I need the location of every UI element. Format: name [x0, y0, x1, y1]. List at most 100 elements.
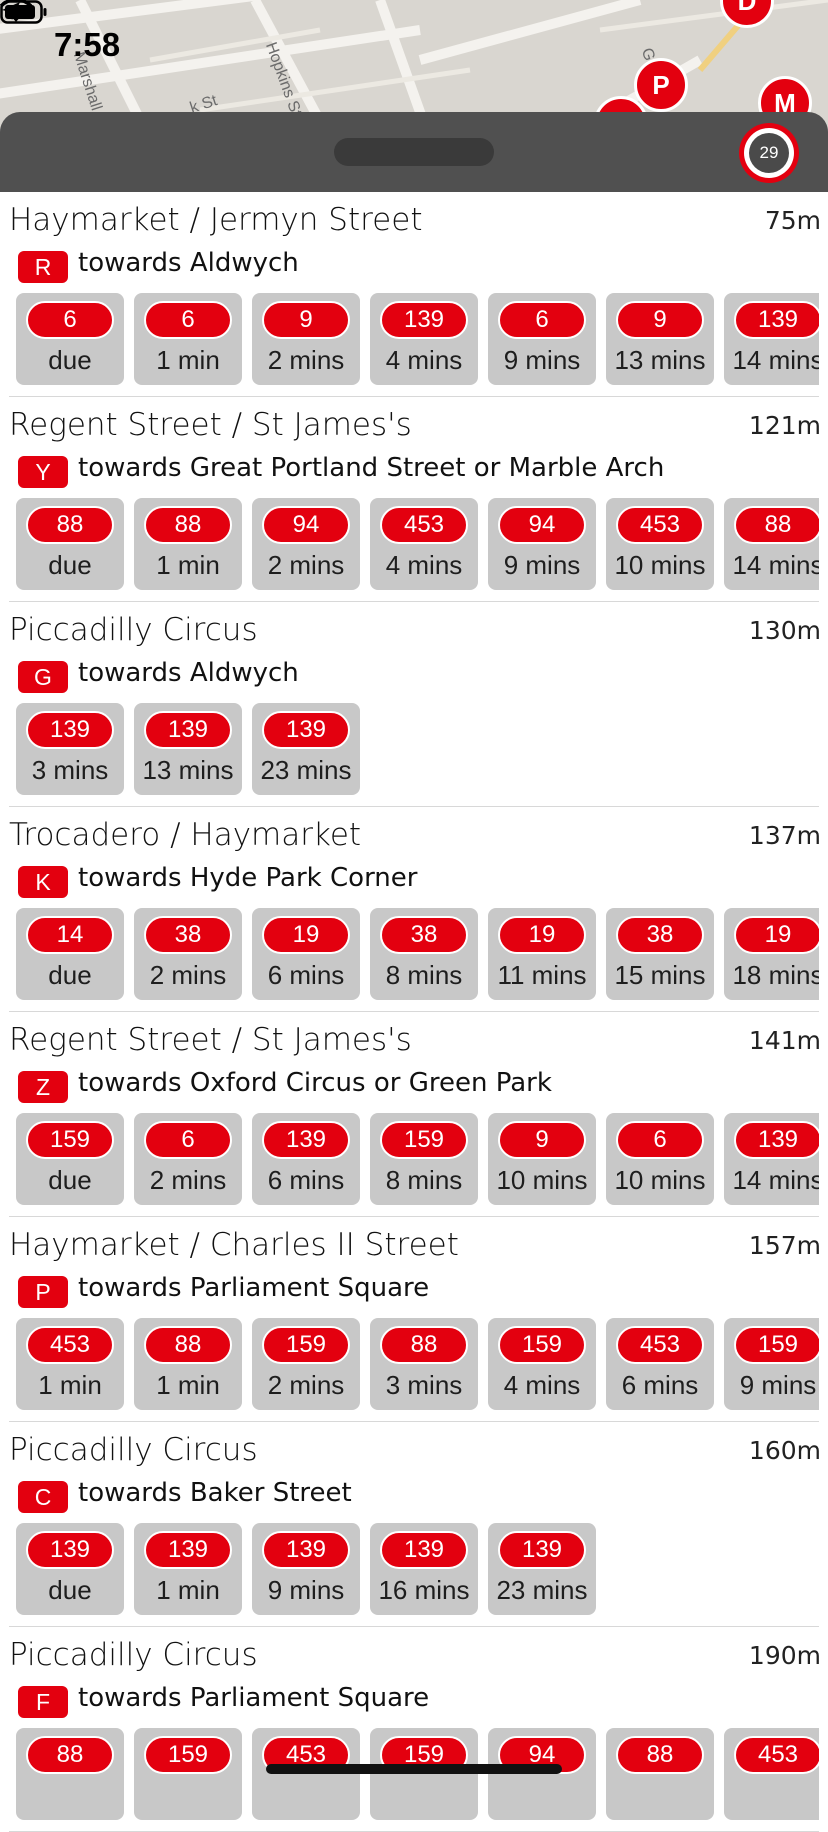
route-number-badge: 159	[734, 1326, 819, 1364]
map-pin-p[interactable]: P	[634, 58, 688, 112]
arrival-time: 1 min	[156, 1370, 220, 1400]
arrival-tile[interactable]: 453 10 mins	[606, 498, 714, 590]
arrival-tile[interactable]: 88 14 mins	[724, 498, 819, 590]
arrival-tile[interactable]: 159 9 mins	[724, 1318, 819, 1410]
stop-distance: 160m	[748, 1436, 821, 1465]
sheet-grabber[interactable]	[334, 138, 494, 166]
arrival-tile[interactable]: 6 10 mins	[606, 1113, 714, 1205]
arrival-tile[interactable]: 38 8 mins	[370, 908, 478, 1000]
arrivals-strip[interactable]: 139 3 mins 139 13 mins 139 23 mins	[16, 703, 819, 795]
arrival-tile[interactable]: 9 13 mins	[606, 293, 714, 385]
stop-row[interactable]: Piccadilly Circus 190m Ftowards Parliament…	[9, 1627, 821, 1832]
arrival-tile[interactable]: 38 15 mins	[606, 908, 714, 1000]
arrival-time: 8 mins	[385, 1165, 463, 1195]
stop-row[interactable]: Regent Street / St James's 141m Ztowards O…	[9, 1012, 821, 1217]
arrivals-strip[interactable]: 453 1 min 88 1 min 159 2 mins 88 3 mins 159 4 min…	[16, 1318, 819, 1410]
stop-row[interactable]: Piccadilly Circus 160m Ctowards Baker Stre…	[9, 1422, 821, 1627]
arrival-tile[interactable]: 94 9 mins	[488, 498, 596, 590]
arrival-tile[interactable]: 453 1 min	[16, 1318, 124, 1410]
arrival-tile[interactable]: 6 due	[16, 293, 124, 385]
arrival-tile[interactable]: 38 2 mins	[134, 908, 242, 1000]
route-number-badge: 88	[380, 1326, 468, 1364]
arrival-time: 2 mins	[267, 345, 345, 375]
arrival-tile[interactable]: 139 14 mins	[724, 293, 819, 385]
arrival-tile[interactable]: 139 1 min	[134, 1523, 242, 1615]
stop-letter-badge: P	[18, 1276, 68, 1308]
arrival-tile[interactable]: 88	[16, 1728, 124, 1820]
stop-list[interactable]: Haymarket / Jermyn Street 75m Rtowards Ald…	[0, 192, 828, 1832]
arrivals-strip[interactable]: 159 due 6 2 mins 139 6 mins 159 8 mins 9 10 mins 6…	[16, 1113, 819, 1205]
arrival-tile[interactable]: 453 6 mins	[606, 1318, 714, 1410]
arrival-tile[interactable]: 94 2 mins	[252, 498, 360, 590]
arrivals-strip[interactable]: 88 due 88 1 min 94 2 mins 453 4 mins 94 9 mins 453…	[16, 498, 819, 590]
arrival-tile[interactable]: 139 16 mins	[370, 1523, 478, 1615]
arrival-tile[interactable]: 139 23 mins	[252, 703, 360, 795]
route-number-badge: 88	[26, 1736, 114, 1774]
stop-row[interactable]: Trocadero / Haymarket 137m Ktowards Hyde P…	[9, 807, 821, 1012]
arrival-tile[interactable]: 6 2 mins	[134, 1113, 242, 1205]
stop-name: Trocadero / Haymarket	[9, 817, 362, 853]
arrival-tile[interactable]: 453	[252, 1728, 360, 1820]
arrival-tile[interactable]: 19 18 mins	[724, 908, 819, 1000]
arrival-tile[interactable]: 139 14 mins	[724, 1113, 819, 1205]
arrival-tile[interactable]: 159	[370, 1728, 478, 1820]
arrival-tile[interactable]: 139 13 mins	[134, 703, 242, 795]
arrival-tile[interactable]: 139 3 mins	[16, 703, 124, 795]
arrival-tile[interactable]: 159 2 mins	[252, 1318, 360, 1410]
arrival-tile[interactable]: 88 due	[16, 498, 124, 590]
stop-distance: 190m	[748, 1641, 821, 1670]
arrival-tile[interactable]: 139 4 mins	[370, 293, 478, 385]
arrival-time: due	[48, 960, 92, 990]
arrivals-strip[interactable]: 139 due 139 1 min 139 9 mins 139 16 mins 139 23 m…	[16, 1523, 819, 1615]
arrival-tile[interactable]: 88	[606, 1728, 714, 1820]
arrival-tile[interactable]: 159 4 mins	[488, 1318, 596, 1410]
arrival-tile[interactable]: 139 6 mins	[252, 1113, 360, 1205]
arrivals-strip[interactable]: 88 159 453 159 94 88 453	[16, 1728, 819, 1820]
arrival-time: 23 mins	[260, 755, 352, 785]
arrival-tile[interactable]: 88 3 mins	[370, 1318, 478, 1410]
route-number-badge: 453	[734, 1736, 819, 1774]
arrival-tile[interactable]: 139 23 mins	[488, 1523, 596, 1615]
stop-row[interactable]: Regent Street / St James's 121m Ytowards G…	[9, 397, 821, 602]
route-number-badge: 19	[498, 916, 586, 954]
route-number-badge: 88	[144, 506, 232, 544]
arrival-tile[interactable]: 6 9 mins	[488, 293, 596, 385]
stop-row[interactable]: Haymarket / Charles II Street 157m Ptoward…	[9, 1217, 821, 1422]
arrival-tile[interactable]: 88 1 min	[134, 498, 242, 590]
refresh-timer-button[interactable]: 29	[739, 123, 799, 183]
arrivals-strip[interactable]: 14 due 38 2 mins 19 6 mins 38 8 mins 19 11 mins 38…	[16, 908, 819, 1000]
arrival-tile[interactable]: 14 due	[16, 908, 124, 1000]
arrival-tile[interactable]: 159	[134, 1728, 242, 1820]
arrival-time: due	[48, 345, 92, 375]
stop-name: Piccadilly Circus	[9, 1637, 258, 1673]
arrival-tile[interactable]: 9 10 mins	[488, 1113, 596, 1205]
home-indicator[interactable]	[266, 1764, 562, 1774]
arrival-tile[interactable]: 139 9 mins	[252, 1523, 360, 1615]
arrival-tile[interactable]: 453	[724, 1728, 819, 1820]
stop-row[interactable]: Haymarket / Jermyn Street 75m Rtowards Ald…	[9, 192, 821, 397]
arrival-tile[interactable]: 6 1 min	[134, 293, 242, 385]
stop-letter-badge: R	[18, 251, 68, 283]
stop-direction: towards Aldwych	[78, 248, 299, 278]
arrival-tile[interactable]: 9 2 mins	[252, 293, 360, 385]
arrival-time: 8 mins	[385, 960, 463, 990]
arrival-tile[interactable]: 19 6 mins	[252, 908, 360, 1000]
arrival-tile[interactable]: 94	[488, 1728, 596, 1820]
arrival-tile[interactable]: 88 1 min	[134, 1318, 242, 1410]
stop-row[interactable]: Piccadilly Circus 130m Gtowards Aldwych 139…	[9, 602, 821, 807]
arrival-time: 2 mins	[149, 960, 227, 990]
arrival-tile[interactable]: 139 due	[16, 1523, 124, 1615]
arrival-time: 1 min	[156, 1575, 220, 1605]
stop-distance: 137m	[748, 821, 821, 850]
arrivals-strip[interactable]: 6 due 6 1 min 9 2 mins 139 4 mins 6 9 mins 9 13 min…	[16, 293, 819, 385]
status-time: 7:58	[54, 26, 121, 63]
arrival-time: 14 mins	[732, 550, 819, 580]
arrival-time: 15 mins	[614, 960, 706, 990]
arrival-tile[interactable]: 159 8 mins	[370, 1113, 478, 1205]
arrival-tile[interactable]: 159 due	[16, 1113, 124, 1205]
arrival-tile[interactable]: 19 11 mins	[488, 908, 596, 1000]
arrival-tile[interactable]: 453 4 mins	[370, 498, 478, 590]
route-number-badge: 6	[616, 1121, 704, 1159]
stop-distance: 75m	[764, 206, 821, 235]
stop-direction: towards Oxford Circus or Green Park	[78, 1068, 552, 1098]
